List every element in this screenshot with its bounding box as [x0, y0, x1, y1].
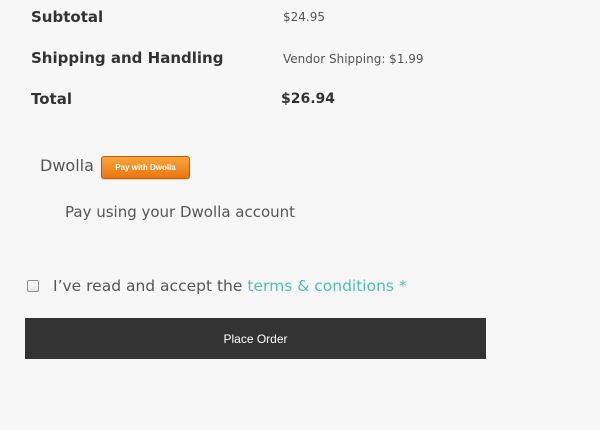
place-order-button[interactable]: Place Order: [25, 318, 486, 359]
subtotal-label: Subtotal: [31, 8, 104, 26]
terms-row: I’ve read and accept the terms & conditi…: [27, 277, 407, 295]
payment-method-description: Pay using your Dwolla account: [65, 203, 296, 221]
dwolla-badge-icon: Pay with Dwolla: [101, 156, 190, 179]
shipping-value: Vendor Shipping: $1.99: [283, 52, 424, 66]
terms-link[interactable]: terms & conditions: [247, 277, 394, 295]
required-mark: *: [399, 277, 407, 295]
subtotal-value: $24.95: [283, 10, 325, 24]
payment-method-name: Dwolla: [40, 156, 94, 175]
total-label: Total: [31, 90, 72, 108]
terms-text: I’ve read and accept the: [53, 277, 243, 295]
total-value: $26.94: [281, 91, 336, 107]
terms-checkbox[interactable]: [27, 280, 39, 292]
shipping-label: Shipping and Handling: [31, 49, 224, 67]
